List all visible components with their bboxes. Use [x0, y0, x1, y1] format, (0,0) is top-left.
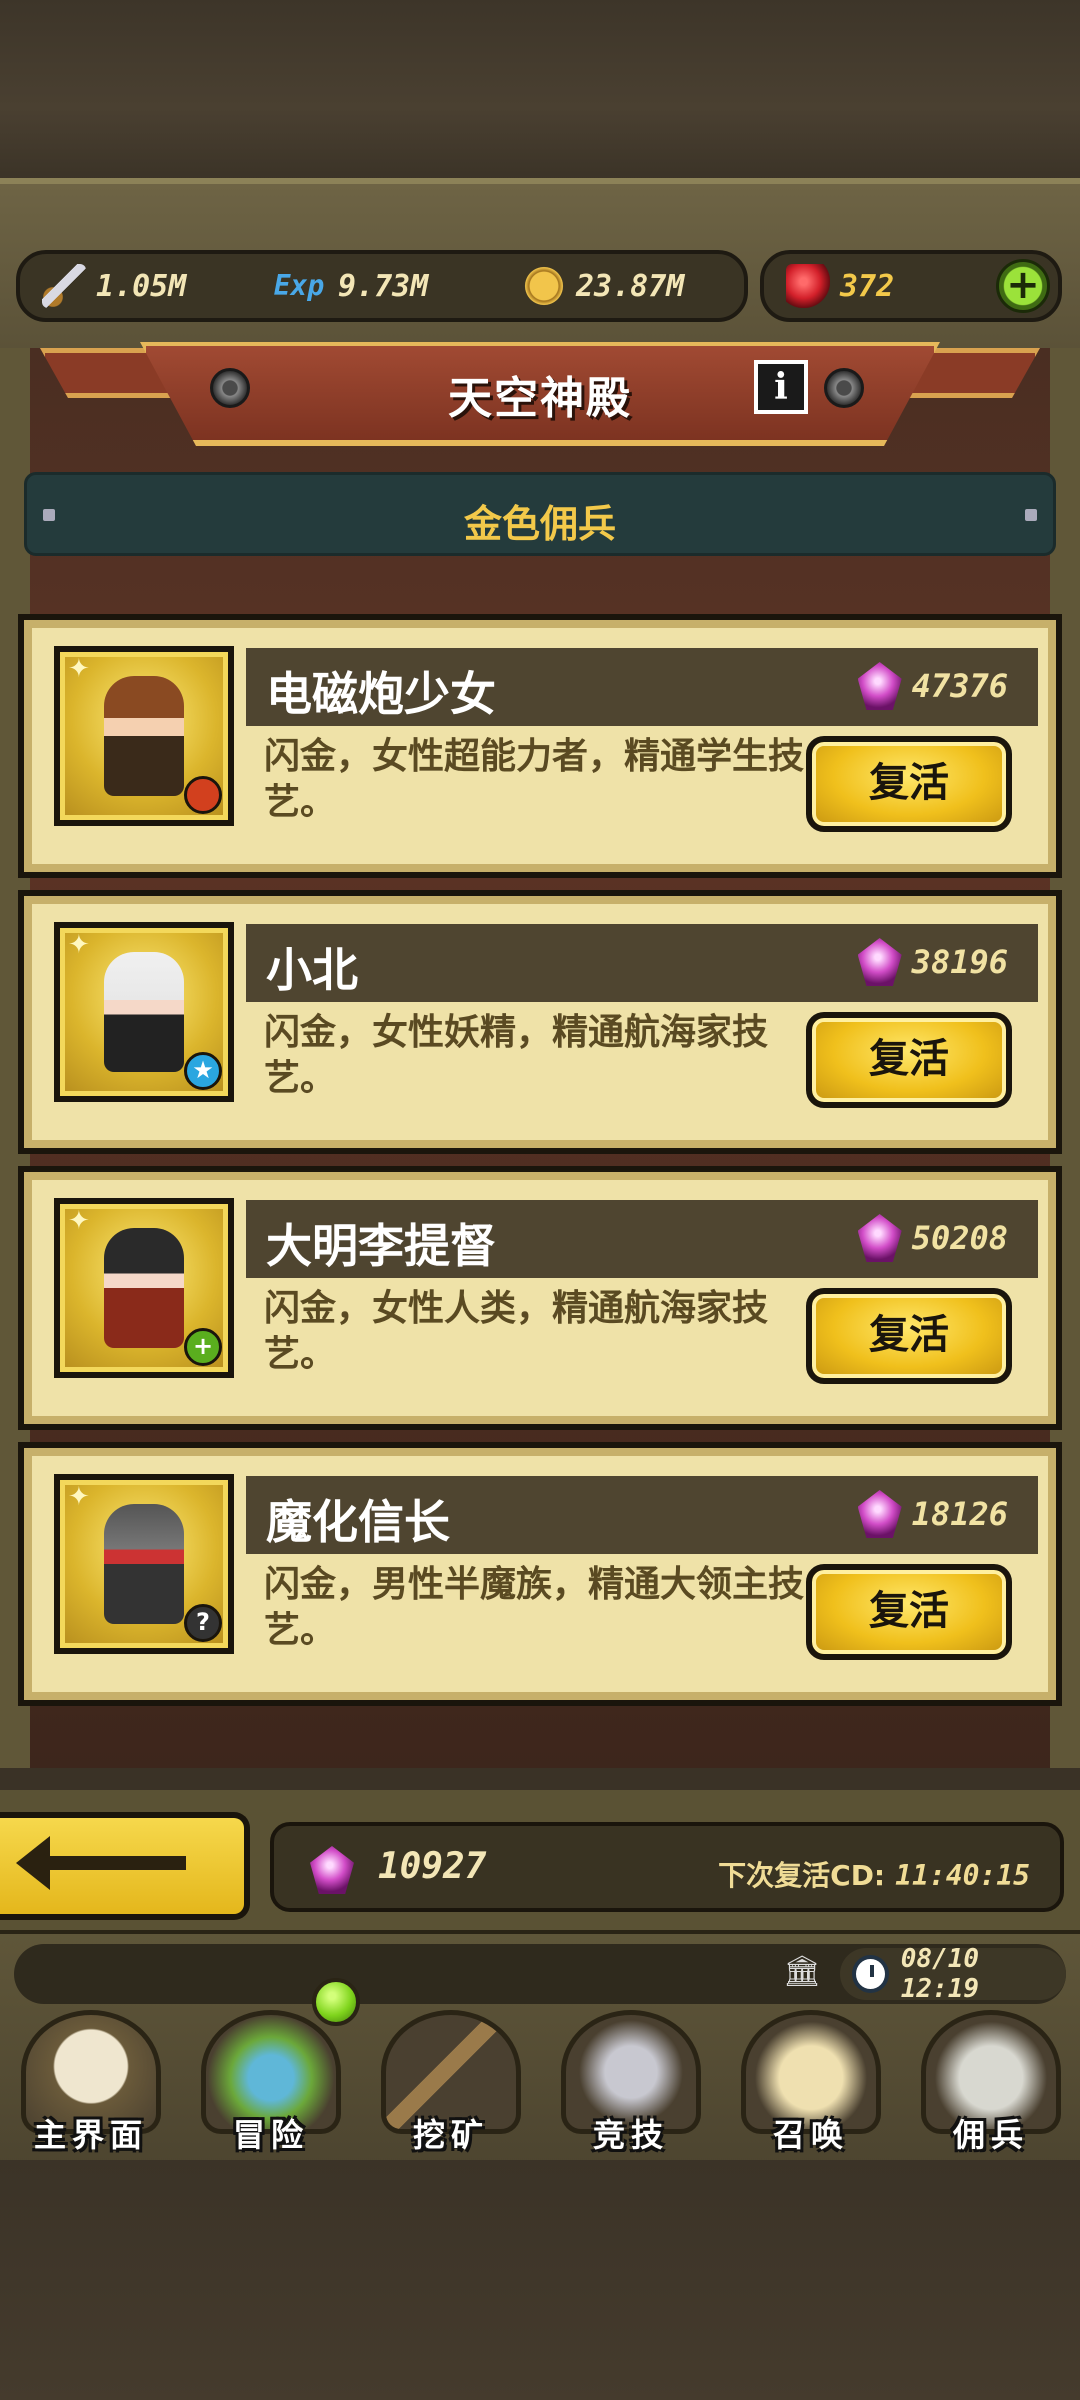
section-title: 金色佣兵	[463, 502, 616, 546]
info-button[interactable]: i	[754, 360, 808, 414]
sparkle-icon: ✦	[68, 930, 90, 960]
mercenary-card: ✦ + 大明李提督 50208 闪金，女性人类，精通航海家技艺。 复活	[18, 1166, 1062, 1430]
nav-adventure[interactable]: 冒险	[186, 2010, 356, 2160]
revive-cooldown: 下次复活CD: 11:40:15	[718, 1854, 1030, 1894]
clock-icon	[852, 1955, 889, 1993]
mercenary-portrait: ✦ ★	[54, 922, 234, 1102]
status-bar: 🏛 08/10 12:19	[14, 1944, 1066, 2004]
ruby-stat: 372	[786, 264, 894, 308]
clock-display: 08/10 12:19	[840, 1944, 1066, 2004]
character-sprite	[104, 1504, 184, 1624]
nav-label: 挖矿	[412, 2116, 489, 2154]
gem-balance: 10927	[378, 1846, 487, 1887]
mercenary-description: 闪金，女性妖精，精通航海家技艺。	[264, 1012, 769, 1099]
mercenary-name: 大明李提督	[266, 1219, 496, 1273]
mercenary-card: ✦ ? 魔化信长 18126 闪金，男性半魔族，精通大领主技艺。 复活	[18, 1442, 1062, 1706]
mercenary-portrait: ✦ ?	[54, 1474, 234, 1654]
cooldown-value: 11:40:15	[895, 1859, 1030, 1892]
mercenary-description: 闪金，女性人类，精通航海家技艺。	[264, 1288, 769, 1375]
ruby-value: 372	[840, 268, 895, 304]
price-value: 47376	[911, 667, 1008, 705]
character-sprite	[104, 1228, 184, 1348]
title-banner: 天空神殿 i	[40, 342, 1040, 452]
name-bar: 魔化信长 18126	[246, 1476, 1038, 1554]
nav-arena[interactable]: 竞技	[546, 2010, 716, 2160]
skill-badge: ★	[184, 1052, 222, 1090]
gold-value: 23.87M	[576, 268, 685, 304]
price-value: 50208	[911, 1219, 1008, 1257]
section-header: 金色佣兵	[24, 472, 1056, 556]
page-title: 天空神殿	[448, 373, 632, 424]
revive-button[interactable]: 复活	[806, 1564, 1012, 1660]
mercenary-description: 闪金，女性超能力者，精通学生技艺。	[264, 736, 805, 823]
sparkle-icon: ✦	[68, 1482, 90, 1512]
gem-icon	[310, 1846, 354, 1894]
mercenary-name: 魔化信长	[266, 1495, 450, 1549]
gem-icon	[857, 1214, 902, 1262]
gold-coin-icon	[522, 264, 566, 308]
revive-price: 47376	[857, 662, 1008, 710]
nav-mining[interactable]: 挖矿	[366, 2010, 536, 2160]
gem-balance-panel: 10927 下次复活CD: 11:40:15	[270, 1822, 1064, 1912]
name-bar: 电磁炮少女 47376	[246, 648, 1038, 726]
sparkle-icon: ✦	[68, 654, 90, 684]
price-value: 18126	[911, 1495, 1008, 1533]
revive-button[interactable]: 复活	[806, 1012, 1012, 1108]
revive-price: 18126	[857, 1490, 1008, 1538]
mercenary-name: 电磁炮少女	[266, 667, 496, 721]
revive-price: 50208	[857, 1214, 1008, 1262]
gem-icon	[857, 1490, 902, 1538]
cooldown-label: 下次复活CD:	[718, 1859, 886, 1892]
nav-mercenary[interactable]: 佣兵	[906, 2010, 1076, 2160]
gem-icon	[857, 662, 902, 710]
mercenary-card: ✦ 电磁炮少女 47376 闪金，女性超能力者，精通学生技艺。 复活	[18, 614, 1062, 878]
section-dot-right	[1025, 509, 1037, 521]
ruby-icon	[786, 264, 830, 308]
revive-button[interactable]: 复活	[806, 736, 1012, 832]
mercenary-portrait: ✦	[54, 646, 234, 826]
back-button[interactable]	[0, 1812, 250, 1920]
character-sprite	[104, 952, 184, 1072]
exp-value: 9.73M	[338, 268, 429, 304]
sparkle-icon: ✦	[68, 1206, 90, 1236]
mercenary-card: ✦ ★ 小北 38196 闪金，女性妖精，精通航海家技艺。 复活	[18, 890, 1062, 1154]
nav-summon[interactable]: 召唤	[726, 2010, 896, 2160]
nav-label: 冒险	[232, 2116, 309, 2154]
attack-stat: 1.05M	[42, 264, 186, 308]
price-value: 38196	[911, 943, 1008, 981]
revive-button[interactable]: 复活	[806, 1288, 1012, 1384]
add-ruby-button[interactable]: +	[996, 259, 1050, 313]
ruby-pill: 372 +	[760, 250, 1062, 322]
top-background	[0, 0, 1080, 180]
mercenary-description: 闪金，男性半魔族，精通大领主技艺。	[264, 1564, 805, 1651]
exp-stat: Exp 9.73M	[270, 264, 429, 308]
skill-badge: +	[184, 1328, 222, 1366]
name-bar: 小北 38196	[246, 924, 1038, 1002]
skill-badge	[184, 776, 222, 814]
nav-label: 召唤	[772, 2116, 849, 2154]
bottom-background	[0, 2160, 1080, 2400]
nav-main[interactable]: 主界面	[6, 2010, 176, 2160]
back-arrow-icon	[16, 1836, 186, 1890]
notification-dot	[312, 1978, 360, 2026]
mercenary-portrait: ✦ +	[54, 1198, 234, 1378]
gold-stat: 23.87M	[522, 264, 684, 308]
nav-label: 竞技	[592, 2116, 669, 2154]
name-bar: 大明李提督 50208	[246, 1200, 1038, 1278]
gem-icon	[857, 938, 902, 986]
resource-pill: 1.05M Exp 9.73M 23.87M	[16, 250, 748, 322]
attack-value: 1.05M	[96, 268, 187, 304]
nav-label: 主界面	[33, 2116, 148, 2154]
mercenary-name: 小北	[266, 943, 358, 997]
character-sprite	[104, 676, 184, 796]
nav-label: 佣兵	[952, 2116, 1029, 2154]
datetime: 08/10 12:19	[900, 1944, 980, 2004]
revive-price: 38196	[857, 938, 1008, 986]
sword-icon	[42, 264, 86, 308]
skill-badge: ?	[184, 1604, 222, 1642]
exp-icon: Exp	[273, 269, 325, 302]
museum-icon[interactable]: 🏛	[782, 1954, 822, 1994]
